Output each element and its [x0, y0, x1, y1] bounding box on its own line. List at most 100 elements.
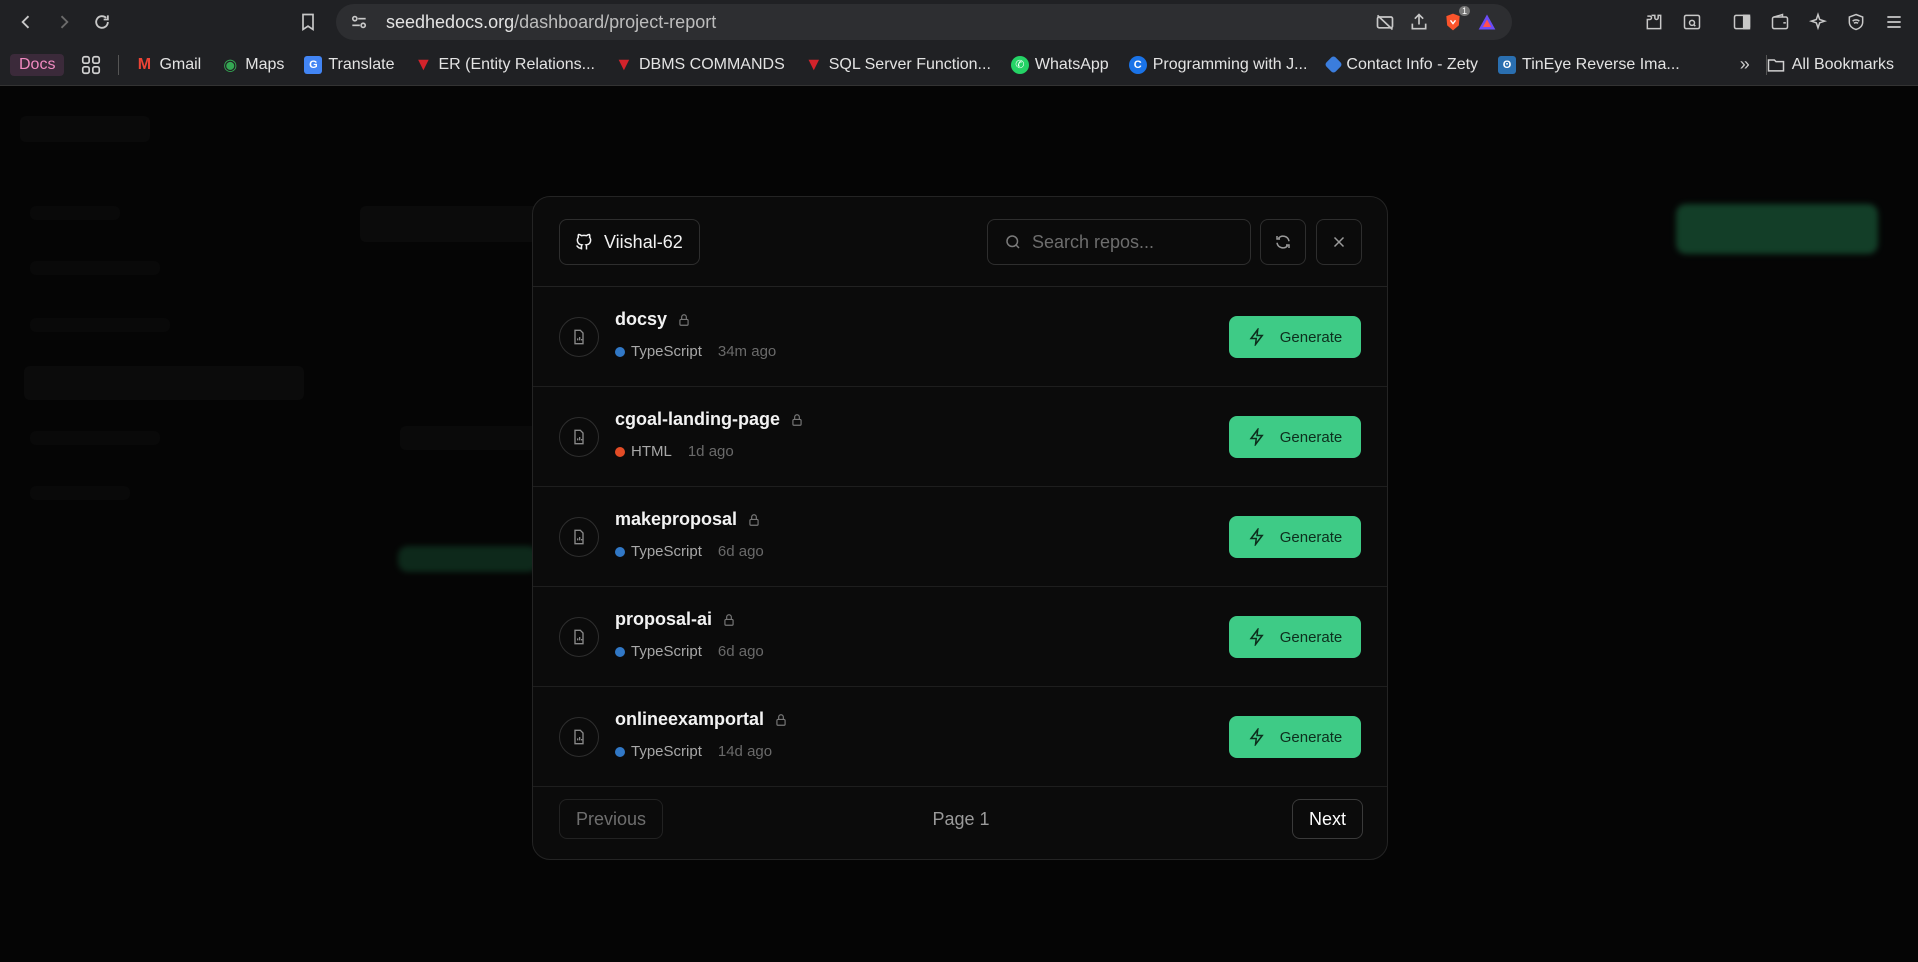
- camera-off-icon[interactable]: [1372, 9, 1398, 35]
- generate-button[interactable]: Generate: [1229, 516, 1361, 558]
- lightning-icon: [1249, 628, 1264, 646]
- github-user-chip[interactable]: Viishal-62: [559, 219, 700, 265]
- repo-row: cgoal-landing-page HTML 1d ago Generate: [533, 387, 1387, 487]
- lightning-icon: [1249, 328, 1264, 346]
- extensions-icon[interactable]: [1638, 6, 1670, 38]
- language-label: TypeScript: [631, 343, 702, 360]
- generate-label: Generate: [1279, 728, 1343, 746]
- next-button[interactable]: Next: [1291, 799, 1363, 839]
- repo-meta: HTML 1d ago: [615, 443, 734, 460]
- repo-name[interactable]: proposal-ai: [615, 609, 736, 630]
- file-chart-icon: [559, 317, 599, 357]
- updated-ago: 6d ago: [717, 543, 764, 560]
- bookmark-zety[interactable]: Contact Info - Zety: [1317, 50, 1488, 80]
- repo-row: makeproposal TypeScript 6d ago Generate: [533, 487, 1387, 587]
- blurred-sidebar-item: [30, 261, 160, 275]
- lock-icon: [677, 313, 691, 327]
- bookmark-programming[interactable]: C Programming with J...: [1119, 50, 1318, 80]
- file-chart-icon: [559, 617, 599, 657]
- modal-header: Viishal-62: [533, 197, 1387, 287]
- forward-icon[interactable]: [48, 6, 80, 38]
- zety-icon: [1324, 55, 1344, 74]
- apps-grid-icon[interactable]: [64, 50, 112, 80]
- repo-name-text: makeproposal: [615, 509, 738, 529]
- search-input[interactable]: [1032, 231, 1242, 253]
- generate-button[interactable]: Generate: [1229, 416, 1361, 458]
- all-bookmarks-button[interactable]: All Bookmarks: [1756, 50, 1904, 80]
- file-chart-icon: [559, 717, 599, 757]
- bookmark-gmail[interactable]: M Gmail: [125, 50, 211, 80]
- lightning-icon: [1249, 728, 1264, 746]
- share-icon[interactable]: [1406, 9, 1432, 35]
- language-label: HTML: [631, 443, 672, 460]
- maps-icon: ◉: [223, 56, 238, 74]
- vpn-icon[interactable]: [1840, 6, 1872, 38]
- c-icon: C: [1128, 55, 1147, 74]
- translate-icon: G: [304, 55, 323, 74]
- file-chart-icon: [559, 417, 599, 457]
- generate-button[interactable]: Generate: [1229, 616, 1361, 658]
- repo-name[interactable]: cgoal-landing-page: [615, 409, 804, 430]
- blurred-sidebar-item: [30, 486, 130, 500]
- pagination: Previous Page 1 Next: [533, 785, 1387, 859]
- tab-search-icon[interactable]: [1676, 6, 1708, 38]
- language-dot: [615, 446, 625, 457]
- brave-rewards-icon[interactable]: [1474, 9, 1500, 35]
- blurred-sidebar-item: [30, 318, 170, 332]
- generate-button[interactable]: Generate: [1229, 716, 1361, 758]
- bookmark-label: Translate: [328, 55, 395, 73]
- reload-icon[interactable]: [86, 6, 118, 38]
- blurred-primary-button: [1676, 204, 1878, 254]
- gmail-icon: M: [137, 55, 152, 73]
- bookmark-label: TinEye Reverse Ima...: [1522, 55, 1680, 73]
- blurred-status-chip: [398, 546, 538, 572]
- updated-ago: 1d ago: [687, 443, 734, 460]
- lock-icon: [790, 413, 804, 427]
- close-button[interactable]: [1316, 219, 1362, 265]
- address-bar[interactable]: seedhedocs.org/dashboard/project-report …: [336, 4, 1512, 40]
- bookmark-maps[interactable]: ◉ Maps: [211, 50, 294, 80]
- lightning-icon: [1249, 528, 1264, 546]
- bookmark-tineye[interactable]: ʘ TinEye Reverse Ima...: [1488, 50, 1690, 80]
- bookmark-label: ER (Entity Relations...: [438, 55, 595, 73]
- lock-icon: [747, 513, 761, 527]
- repo-list: docsy TypeScript 34m ago Generate cgoal-l…: [533, 287, 1387, 787]
- back-icon[interactable]: [10, 6, 42, 38]
- wallet-icon[interactable]: [1764, 6, 1796, 38]
- repo-row: proposal-ai TypeScript 6d ago Generate: [533, 587, 1387, 687]
- bookmark-whatsapp[interactable]: ✆ WhatsApp: [1001, 50, 1119, 80]
- whatsapp-icon: ✆: [1010, 55, 1029, 74]
- brave-shield-icon[interactable]: 1: [1440, 6, 1470, 35]
- folder-icon: [1767, 59, 1784, 72]
- refresh-button[interactable]: [1260, 219, 1306, 265]
- sidebar-icon[interactable]: [1726, 6, 1758, 38]
- bookmark-page-icon[interactable]: [292, 6, 324, 38]
- leo-ai-icon[interactable]: [1802, 6, 1834, 38]
- repo-name[interactable]: docsy: [615, 309, 691, 330]
- repo-meta: TypeScript 14d ago: [615, 743, 772, 760]
- github-username: Viishal-62: [604, 231, 683, 252]
- menu-icon[interactable]: [1878, 6, 1910, 38]
- repo-name-text: docsy: [615, 309, 668, 329]
- bookmark-dbms[interactable]: ▼ DBMS COMMANDS: [605, 50, 795, 80]
- generate-label: Generate: [1279, 628, 1343, 646]
- bookmark-translate[interactable]: G Translate: [294, 50, 404, 80]
- repo-search-field[interactable]: [987, 219, 1251, 265]
- generate-button[interactable]: Generate: [1229, 316, 1361, 358]
- docs-group-chip[interactable]: Docs: [10, 53, 65, 76]
- github-icon: [576, 233, 592, 250]
- bookmark-er[interactable]: ▼ ER (Entity Relations...: [404, 50, 605, 80]
- repo-meta: TypeScript 6d ago: [615, 643, 764, 660]
- generate-label: Generate: [1279, 528, 1343, 546]
- site-settings-icon[interactable]: [346, 9, 372, 35]
- bookmark-label: Contact Info - Zety: [1346, 55, 1479, 73]
- all-bookmarks-label: All Bookmarks: [1791, 56, 1894, 73]
- bookmark-label: DBMS COMMANDS: [638, 55, 785, 73]
- repo-name-text: cgoal-landing-page: [615, 409, 781, 429]
- close-icon: [1333, 236, 1345, 248]
- repo-name[interactable]: makeproposal: [615, 509, 761, 530]
- repo-row: docsy TypeScript 34m ago Generate: [533, 287, 1387, 387]
- bookmark-sql-server[interactable]: ▼ SQL Server Function...: [795, 50, 1001, 80]
- repo-name[interactable]: onlineexamportal: [615, 709, 788, 730]
- tpoint-icon: ▼: [804, 54, 823, 74]
